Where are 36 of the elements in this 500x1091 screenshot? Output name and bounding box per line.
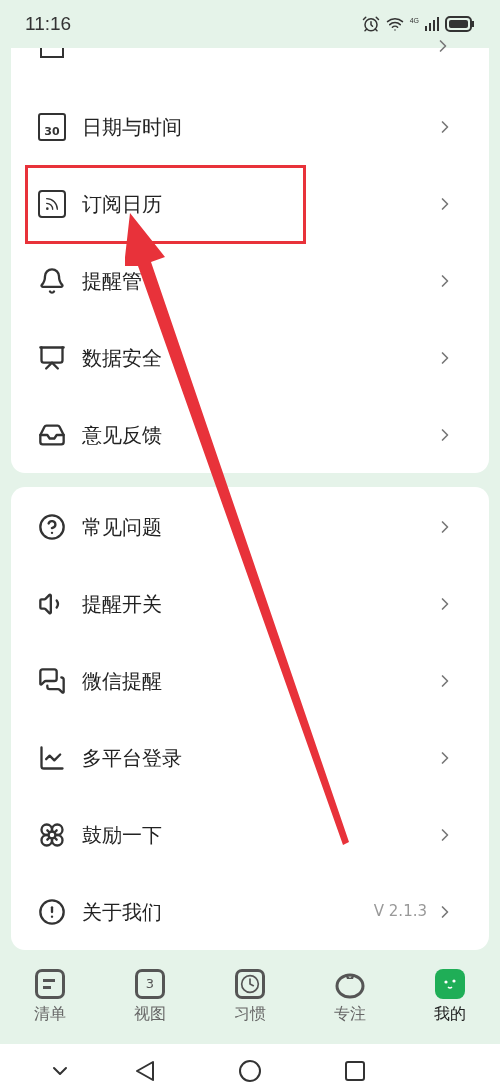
wifi-icon: [385, 15, 404, 33]
chat-bubbles-icon: [38, 666, 66, 695]
version-text: V 2.1.3: [373, 901, 427, 923]
row-label[interactable]: 鼓励一下: [82, 819, 162, 850]
row-label[interactable]: 关于我们: [82, 896, 162, 927]
row-label[interactable]: 数据安全: [82, 342, 162, 373]
row-label[interactable]: 常见问题: [82, 511, 162, 542]
flower-icon: [38, 820, 66, 849]
bell-icon: [38, 266, 66, 295]
row-label[interactable]: 提醒开关: [82, 588, 162, 619]
help-icon: [38, 512, 66, 541]
row-label[interactable]: 日期与时间: [82, 111, 182, 142]
info-icon: [38, 897, 66, 926]
row-label[interactable]: 意见反馈: [82, 419, 162, 450]
home-icon[interactable]: [238, 1059, 262, 1083]
recents-icon[interactable]: [343, 1059, 367, 1083]
back-icon[interactable]: [135, 1060, 155, 1082]
status-time: 11:16: [25, 11, 72, 36]
row-label[interactable]: 微信提醒: [82, 665, 162, 696]
list-icon: [35, 968, 65, 999]
nav-tab[interactable]: 习惯: [200, 950, 300, 1044]
alarm-icon: [361, 15, 380, 33]
row-label[interactable]: 多平台登录: [82, 742, 182, 773]
calendar-feed-icon: [38, 189, 66, 218]
calendar-icon: 30: [38, 112, 66, 141]
nav-tab[interactable]: 3 视图: [100, 950, 200, 1044]
calendar-icon: 3: [135, 968, 165, 999]
nav-tab[interactable]: 专注: [300, 950, 400, 1044]
nav-tab[interactable]: 我的: [400, 950, 500, 1044]
nav-tab[interactable]: 清单: [0, 950, 100, 1044]
row-label[interactable]: 提醒管: [82, 265, 142, 296]
battery-icon: [445, 16, 475, 32]
signal-icon: [425, 17, 439, 31]
row-label[interactable]: 订阅日历: [82, 188, 162, 219]
clock-icon: [235, 968, 265, 999]
face-icon: [435, 968, 465, 999]
